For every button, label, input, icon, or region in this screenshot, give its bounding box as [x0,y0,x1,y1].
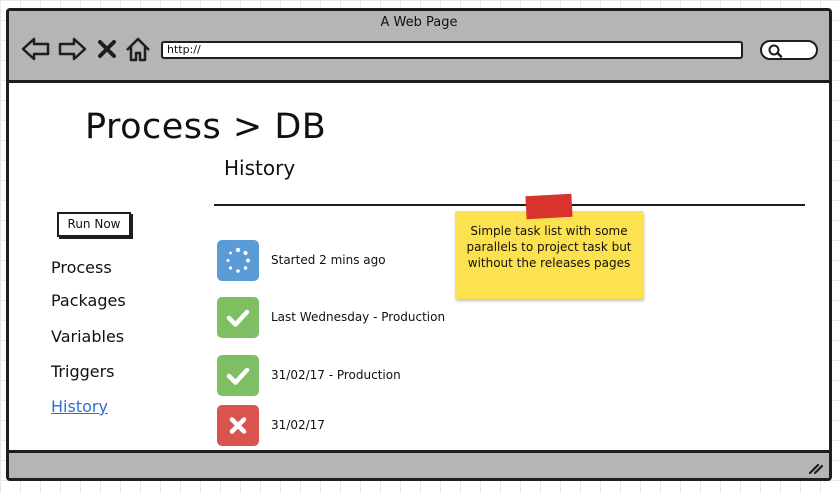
resize-grip-icon[interactable] [807,462,823,474]
section-divider [214,204,805,206]
history-item-text[interactable]: Started 2 mins ago [271,253,386,267]
nav-item-history[interactable]: History [51,397,108,416]
nav-item-variables[interactable]: Variables [51,327,124,346]
sticky-note-tape [525,193,573,220]
nav-item-packages[interactable]: Packages [51,291,126,310]
check-icon [217,355,259,396]
browser-statusbar [9,450,829,478]
nav-item-triggers[interactable]: Triggers [51,362,115,381]
history-item-text[interactable]: Last Wednesday - Production [271,310,445,324]
back-arrow-icon[interactable] [21,35,51,63]
page-title: Process > DB [85,107,327,147]
history-item-text[interactable]: 31/02/17 [271,418,325,432]
search-icon [768,44,783,58]
history-item-text[interactable]: 31/02/17 - Production [271,368,401,382]
home-icon[interactable] [123,35,153,63]
run-now-button[interactable]: Run Now [57,212,131,237]
stop-icon[interactable] [95,35,119,63]
browser-titlebar: A Web Page http:// [9,11,829,83]
spinner-icon [217,240,259,281]
section-title: History [224,156,296,180]
nav-item-process[interactable]: Process [51,258,112,277]
browser-window: A Web Page http:// Process > DB History … [6,8,832,481]
url-input[interactable]: http:// [161,41,743,59]
cross-icon [217,405,259,446]
search-field[interactable] [760,40,818,60]
forward-arrow-icon[interactable] [57,35,87,63]
check-icon [217,297,259,338]
window-title: A Web Page [380,15,458,30]
sticky-note: Simple task list with some parallels to … [455,211,643,299]
